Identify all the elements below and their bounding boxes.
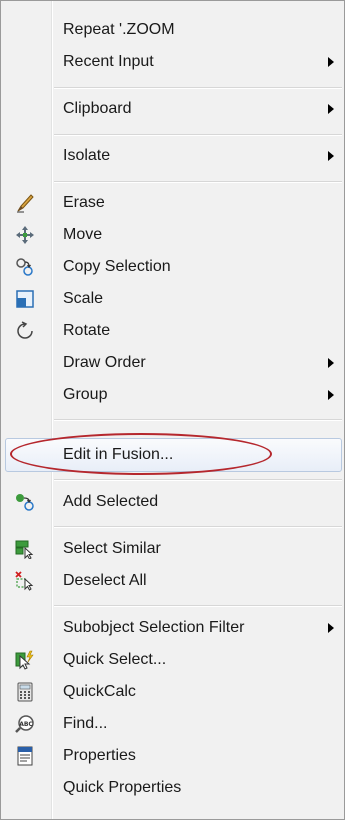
context-menu: Repeat '.ZOOM Recent Input Clipboard Iso…: [0, 0, 345, 820]
menu-item-recent-input[interactable]: Recent Input: [1, 45, 344, 79]
separator: [54, 479, 342, 481]
menu-item-label: Subobject Selection Filter: [63, 619, 245, 636]
menu-item-scale[interactable]: Scale: [1, 282, 344, 316]
menu-item-label: Properties: [63, 747, 136, 764]
menu-item-copy-selection[interactable]: Copy Selection: [1, 250, 344, 284]
menu-item-label: Rotate: [63, 322, 111, 339]
menu-item-quickcalc[interactable]: QuickCalc: [1, 675, 344, 709]
rotate-icon: [15, 321, 35, 341]
separator: [54, 605, 342, 607]
scale-icon: [15, 289, 35, 309]
menu-item-label: Repeat '.ZOOM: [63, 21, 175, 38]
menu-item-label: Isolate: [63, 147, 111, 164]
menu-item-label: Quick Select...: [63, 651, 167, 668]
menu-item-label: Deselect All: [63, 572, 147, 589]
menu-item-erase[interactable]: Erase: [1, 186, 344, 220]
menu-item-label: Erase: [63, 194, 105, 211]
separator: [54, 87, 342, 89]
menu-item-isolate[interactable]: Isolate: [1, 139, 344, 173]
menu-item-find[interactable]: ABC Find...: [1, 707, 344, 741]
menu-item-label: Clipboard: [63, 100, 132, 117]
menu-item-label: Quick Properties: [63, 779, 182, 796]
menu-item-label: Add Selected: [63, 493, 159, 510]
separator: [54, 134, 342, 136]
move-icon: [15, 225, 35, 245]
submenu-arrow-icon: [328, 623, 334, 633]
separator: [54, 181, 342, 183]
menu-item-quick-properties[interactable]: Quick Properties: [1, 771, 344, 805]
menu-item-add-selected[interactable]: Add Selected: [1, 485, 344, 519]
menu-item-label: Group: [63, 386, 108, 403]
menu-item-select-similar[interactable]: Select Similar: [1, 532, 344, 566]
deselect-all-icon: [15, 571, 35, 591]
menu-item-quick-select[interactable]: Quick Select...: [1, 643, 344, 677]
calculator-icon: [15, 682, 35, 702]
submenu-arrow-icon: [328, 57, 334, 67]
menu-item-label: Move: [63, 226, 103, 243]
menu-item-clipboard[interactable]: Clipboard: [1, 92, 344, 126]
menu-item-label: Recent Input: [63, 53, 154, 70]
eraser-icon: [15, 193, 35, 213]
submenu-arrow-icon: [328, 390, 334, 400]
menu-item-label: QuickCalc: [63, 683, 136, 700]
select-similar-icon: [15, 539, 35, 560]
separator: [54, 526, 342, 528]
submenu-arrow-icon: [328, 151, 334, 161]
find-icon: ABC: [15, 714, 35, 734]
submenu-arrow-icon: [328, 358, 334, 368]
menu-item-label: Find...: [63, 715, 108, 732]
properties-icon: [15, 746, 35, 766]
menu-item-label: Copy Selection: [63, 258, 171, 275]
menu-item-label: Select Similar: [63, 540, 161, 557]
menu-item-repeat-zoom[interactable]: Repeat '.ZOOM: [1, 13, 344, 47]
svg-text:ABC: ABC: [19, 721, 33, 728]
submenu-arrow-icon: [328, 104, 334, 114]
separator: [54, 419, 342, 421]
menu-item-label: Draw Order: [63, 354, 146, 371]
quick-select-icon: [15, 650, 35, 670]
menu-item-group[interactable]: Group: [1, 378, 344, 412]
menu-item-draw-order[interactable]: Draw Order: [1, 346, 344, 380]
annotation-oval: [10, 433, 272, 475]
menu-item-rotate[interactable]: Rotate: [1, 314, 344, 348]
menu-item-deselect-all[interactable]: Deselect All: [1, 564, 344, 598]
add-selected-icon: [15, 492, 35, 512]
menu-item-subobject-selection-filter[interactable]: Subobject Selection Filter: [1, 611, 344, 645]
menu-item-move[interactable]: Move: [1, 218, 344, 252]
copy-selection-icon: [15, 257, 35, 277]
menu-item-properties[interactable]: Properties: [1, 739, 344, 773]
menu-item-label: Scale: [63, 290, 104, 307]
